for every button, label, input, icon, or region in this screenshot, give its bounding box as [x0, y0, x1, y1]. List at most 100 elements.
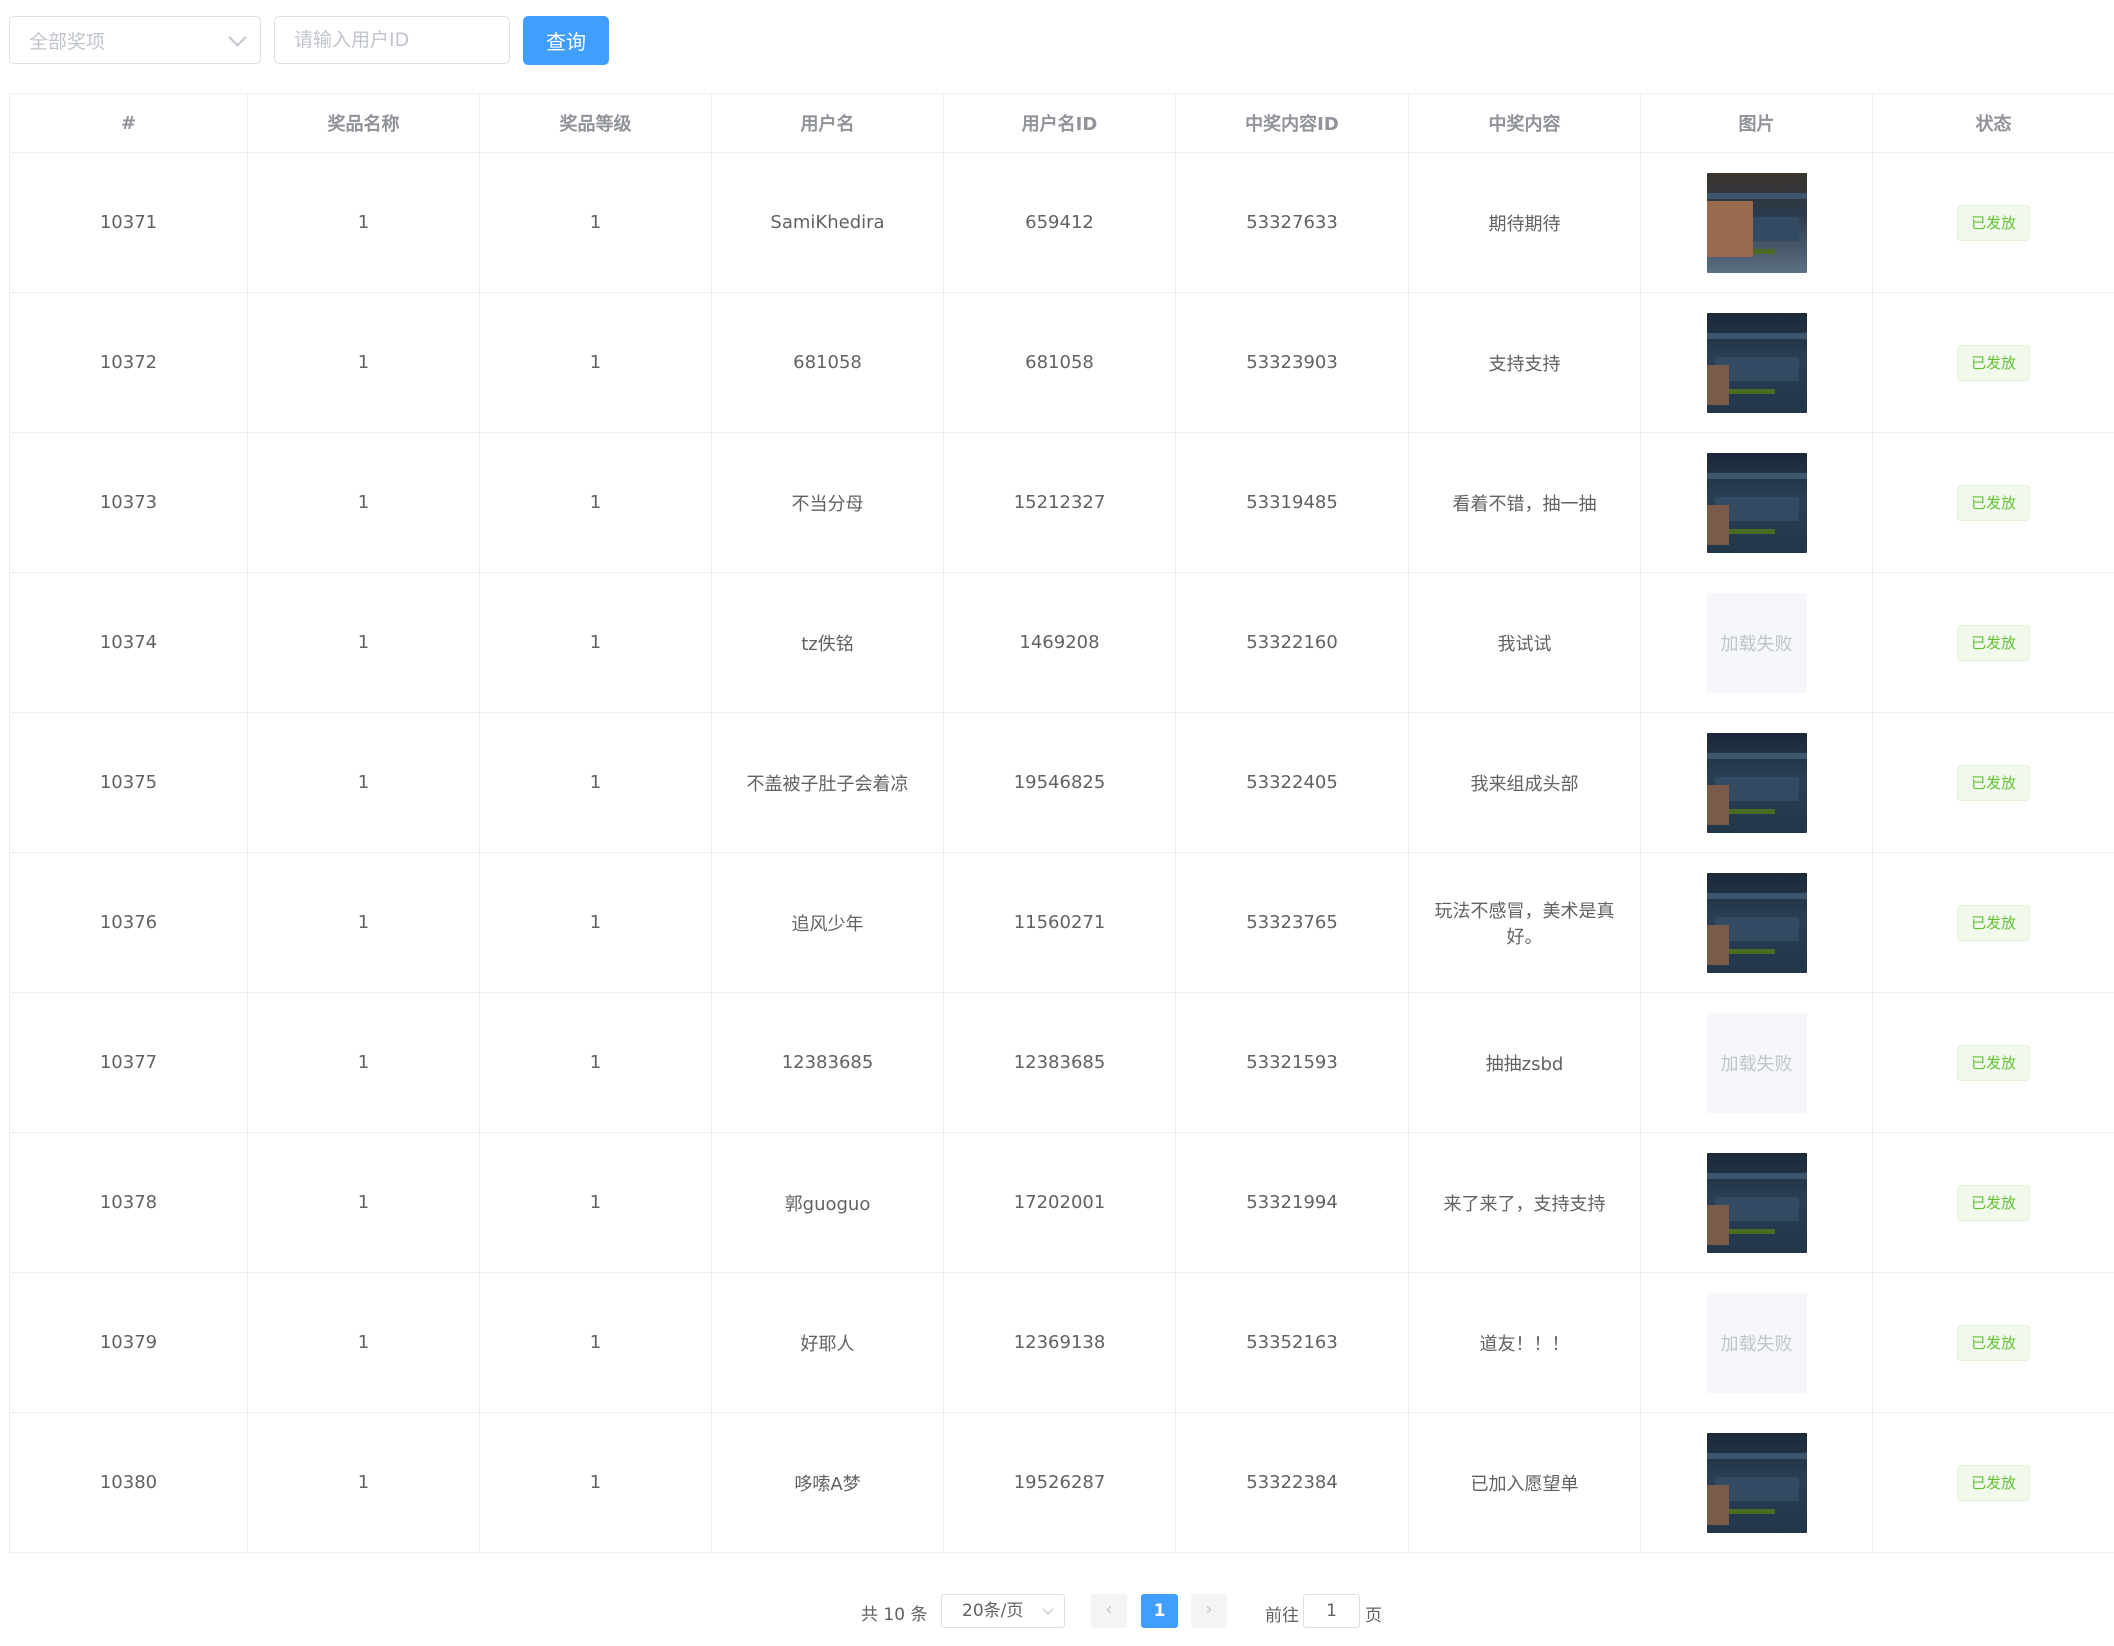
cell-content: 我来组成头部 — [1408, 712, 1641, 853]
cell-content-id: 53323765 — [1175, 852, 1409, 993]
header-col-prize-level: 奖品等级 — [479, 93, 712, 153]
cell-prize-level: 1 — [479, 852, 712, 993]
page-size-value: 20条/页 — [962, 1601, 1024, 1621]
screenshot-thumbnail[interactable] — [1706, 172, 1807, 273]
header-col-user-id: 用户名ID — [943, 93, 1176, 153]
cell-row-index: 10380 — [9, 1412, 248, 1553]
chevron-down-icon — [228, 27, 247, 47]
thumbnail-detail — [1706, 784, 1729, 825]
cell-status: 已发放 — [1872, 852, 2114, 993]
table-body: 10371 1 1 SamiKhedira 659412 53327633 期待期待 已发放 1… — [9, 152, 2114, 1553]
cell-content: 抽抽zsbd — [1408, 992, 1641, 1133]
screenshot-thumbnail[interactable] — [1706, 732, 1807, 833]
cell-status: 已发放 — [1872, 1132, 2114, 1273]
status-badge: 已发放 — [1956, 624, 2030, 661]
cell-username: 哆嗦A梦 — [711, 1412, 944, 1553]
table-row: 10374 1 1 tz佚铭 1469208 53322160 我试试 加载失败 已发放 — [9, 572, 2114, 713]
status-badge: 已发放 — [1956, 1184, 2030, 1221]
cell-row-index: 10373 — [9, 432, 248, 573]
cell-image — [1640, 292, 1873, 433]
filter-bar: 全部奖项 查询 — [9, 15, 609, 65]
cell-prize-level: 1 — [479, 1272, 712, 1413]
cell-prize-level: 1 — [479, 572, 712, 713]
image-load-failed: 加载失败 — [1706, 1292, 1807, 1393]
cell-status: 已发放 — [1872, 712, 2114, 853]
status-badge: 已发放 — [1956, 1324, 2030, 1361]
thumbnail-detail — [1706, 504, 1729, 545]
cell-image: 加载失败 — [1640, 572, 1873, 713]
table-header-row: # 奖品名称 奖品等级 用户名 用户名ID 中奖内容ID 中奖内容 图片 状态 — [9, 93, 2114, 153]
cell-content-id: 53322384 — [1175, 1412, 1409, 1553]
cell-image — [1640, 432, 1873, 573]
cell-user-id: 17202001 — [943, 1132, 1176, 1273]
cell-content-id: 53321593 — [1175, 992, 1409, 1133]
cell-username: 681058 — [711, 292, 944, 433]
status-badge: 已发放 — [1956, 1464, 2030, 1501]
cell-prize-level: 1 — [479, 152, 712, 293]
goto-label: 前往 — [1265, 1606, 1299, 1626]
cell-image — [1640, 852, 1873, 993]
cell-content-id: 53352163 — [1175, 1272, 1409, 1413]
status-badge: 已发放 — [1956, 344, 2030, 381]
cell-username: SamiKhedira — [711, 152, 944, 293]
cell-status: 已发放 — [1872, 1272, 2114, 1413]
cell-prize-name: 1 — [247, 152, 480, 293]
cell-user-id: 12383685 — [943, 992, 1176, 1133]
page-number-current[interactable]: 1 — [1141, 1594, 1178, 1628]
screenshot-thumbnail[interactable] — [1706, 1152, 1807, 1253]
table-row: 10378 1 1 郭guoguo 17202001 53321994 来了来了，支持支持已… — [9, 1132, 2114, 1273]
cell-username: tz佚铭 — [711, 572, 944, 713]
table-row: 10377 1 1 12383685 12383685 53321593 抽抽zsbd 加载失… — [9, 992, 2114, 1133]
table-row: 10376 1 1 追风少年 11560271 53323765 玩法不感冒，美术是真好。已… — [9, 852, 2114, 993]
cell-username: 不盖被子肚子会着凉 — [711, 712, 944, 853]
cell-content: 支持支持 — [1408, 292, 1641, 433]
thumbnail-detail — [1706, 892, 1807, 899]
cell-prize-level: 1 — [479, 1412, 712, 1553]
cell-content: 来了来了，支持支持 — [1408, 1132, 1641, 1273]
cell-status: 已发放 — [1872, 992, 2114, 1133]
screenshot-thumbnail[interactable] — [1706, 872, 1807, 973]
cell-prize-name: 1 — [247, 432, 480, 573]
prev-page-button[interactable]: ‹ — [1091, 1594, 1127, 1628]
cell-user-id: 19526287 — [943, 1412, 1176, 1553]
cell-content-id: 53322405 — [1175, 712, 1409, 853]
cell-prize-level: 1 — [479, 1132, 712, 1273]
next-page-button[interactable]: › — [1191, 1594, 1227, 1628]
cell-image: 加载失败 — [1640, 1272, 1873, 1413]
header-col-index: # — [9, 93, 248, 153]
image-load-failed: 加载失败 — [1706, 592, 1807, 693]
prize-filter-value: 全部奖项 — [29, 30, 106, 53]
cell-username: 不当分母 — [711, 432, 944, 573]
cell-prize-name: 1 — [247, 1412, 480, 1553]
goto-page-input[interactable] — [1303, 1594, 1360, 1628]
prize-filter-select[interactable]: 全部奖项 — [9, 16, 261, 64]
chevron-down-icon — [1042, 1603, 1054, 1615]
cell-user-id: 12369138 — [943, 1272, 1176, 1413]
cell-username: 12383685 — [711, 992, 944, 1133]
goto-unit: 页 — [1365, 1606, 1382, 1626]
header-col-prize-name: 奖品名称 — [247, 93, 480, 153]
cell-row-index: 10374 — [9, 572, 248, 713]
screenshot-thumbnail[interactable] — [1706, 1432, 1807, 1533]
cell-row-index: 10375 — [9, 712, 248, 853]
user-id-input[interactable] — [274, 16, 510, 64]
header-col-username: 用户名 — [711, 93, 944, 153]
table-row: 10371 1 1 SamiKhedira 659412 53327633 期待期待 已发放 — [9, 152, 2114, 293]
cell-content-id: 53327633 — [1175, 152, 1409, 293]
table-row: 10373 1 1 不当分母 15212327 53319485 看着不错，抽一抽 已发放 — [9, 432, 2114, 573]
cell-image — [1640, 1132, 1873, 1273]
cell-status: 已发放 — [1872, 572, 2114, 713]
screenshot-thumbnail[interactable] — [1706, 452, 1807, 553]
query-button[interactable]: 查询 — [523, 15, 609, 65]
cell-user-id: 681058 — [943, 292, 1176, 433]
thumbnail-detail — [1706, 200, 1753, 257]
thumbnail-detail — [1706, 1484, 1729, 1525]
cell-row-index: 10376 — [9, 852, 248, 993]
screenshot-thumbnail[interactable] — [1706, 312, 1807, 413]
cell-prize-name: 1 — [247, 852, 480, 993]
cell-status: 已发放 — [1872, 292, 2114, 433]
cell-image — [1640, 1412, 1873, 1553]
cell-content-id: 53322160 — [1175, 572, 1409, 713]
cell-prize-level: 1 — [479, 432, 712, 573]
page-size-select[interactable]: 20条/页 — [941, 1594, 1065, 1628]
